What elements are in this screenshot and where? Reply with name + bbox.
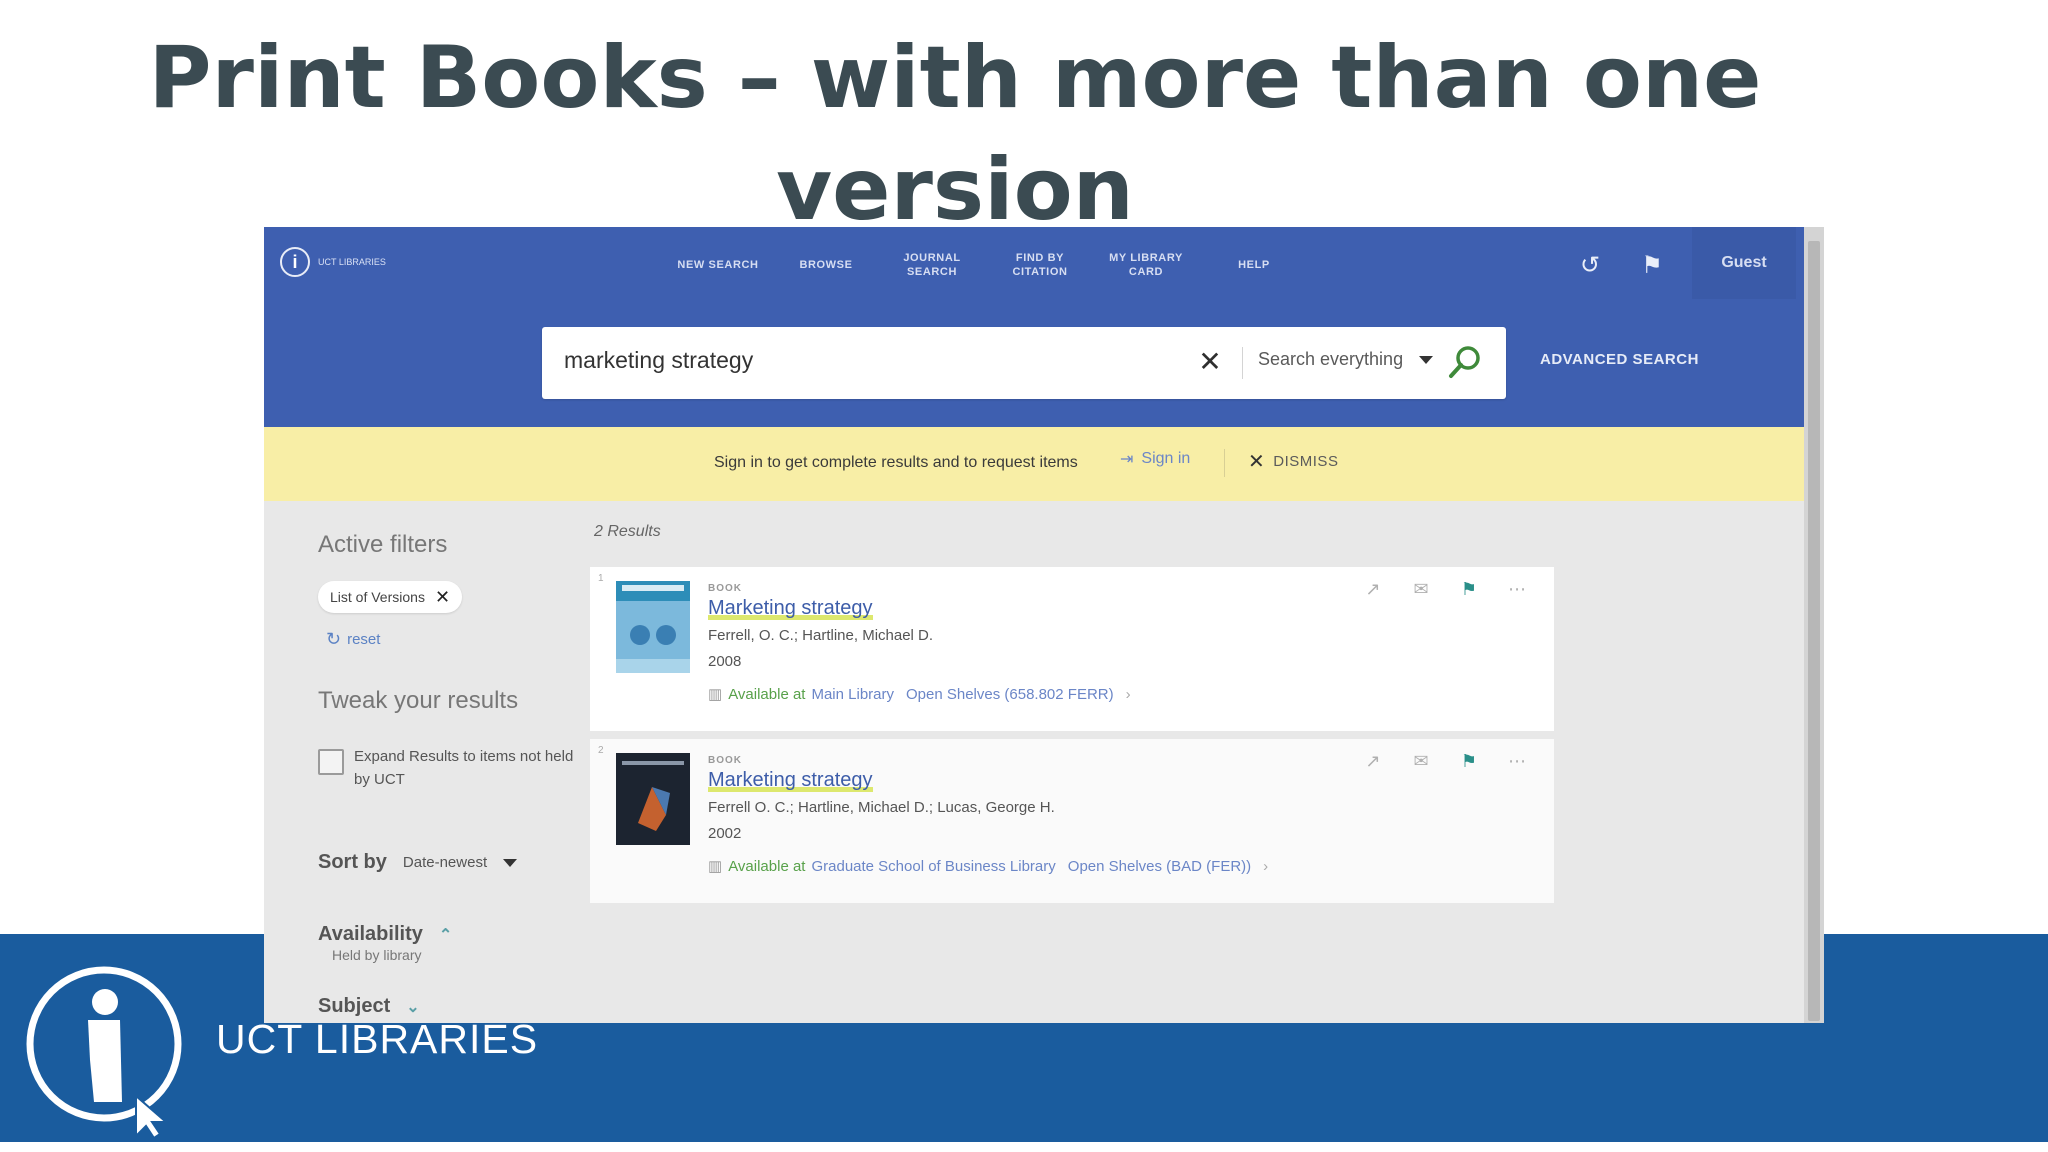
pin-icon[interactable]: ⚑ — [1634, 247, 1670, 283]
result-authors: Ferrell O. C.; Hartline, Michael D.; Luc… — [708, 799, 1055, 816]
email-icon[interactable]: ✉ — [1408, 577, 1434, 603]
signin-link[interactable]: ⇥ Sign in — [1120, 449, 1190, 469]
filters-sidebar: Active filters List of Versions ✕ ↻ rese… — [264, 501, 574, 1023]
primo-header: i UCT LIBRARIES NEW SEARCH BROWSE JOURNA… — [264, 227, 1804, 427]
email-icon[interactable]: ✉ — [1408, 749, 1434, 775]
more-icon[interactable]: ⋯ — [1504, 577, 1530, 603]
book-icon: ▥ — [708, 686, 723, 703]
availability-line[interactable]: ▥ Available at Graduate School of Busine… — [708, 857, 1269, 876]
link-icon[interactable]: ↗ — [1360, 749, 1386, 775]
result-card[interactable]: 1 BOOK Marketing strategy Ferrell, O. C.… — [590, 567, 1554, 731]
primo-screenshot: i UCT LIBRARIES NEW SEARCH BROWSE JOURNA… — [264, 227, 1824, 1023]
advanced-search-link[interactable]: ADVANCED SEARCH — [1540, 351, 1699, 368]
result-actions: ↗ ✉ ⚑ ⋯ — [1360, 577, 1530, 603]
uct-libraries-logo — [26, 966, 182, 1138]
chevron-up-icon: ⌃ — [438, 926, 453, 944]
nav-browse[interactable]: BROWSE — [778, 247, 874, 283]
nav-new-search[interactable]: NEW SEARCH — [670, 247, 766, 283]
nav-my-library-card[interactable]: MY LIBRARY CARD — [1098, 247, 1194, 283]
search-input[interactable]: marketing strategy — [564, 347, 753, 374]
scrollbar-thumb[interactable] — [1808, 241, 1820, 1021]
result-actions: ↗ ✉ ⚑ ⋯ — [1360, 749, 1530, 775]
scrollbar[interactable] — [1804, 227, 1824, 1023]
signin-icon: ⇥ — [1120, 451, 1134, 468]
nav-help[interactable]: HELP — [1206, 247, 1302, 283]
filter-chip-label: List of Versions — [330, 589, 425, 605]
pin-icon[interactable]: ⚑ — [1456, 749, 1482, 775]
chevron-down-icon: ⌄ — [406, 998, 420, 1016]
reset-label: reset — [347, 631, 381, 648]
guest-user-button[interactable]: Guest — [1692, 227, 1796, 299]
facet-option-held-by-library[interactable]: Held by library — [332, 947, 421, 963]
sort-label: Sort by — [318, 851, 387, 873]
sort-dropdown[interactable]: Date-newest — [403, 854, 487, 871]
search-icon[interactable] — [1442, 341, 1486, 385]
signin-label: Sign in — [1141, 450, 1191, 467]
result-title-link[interactable]: Marketing strategy — [708, 769, 873, 792]
search-divider — [1242, 347, 1243, 379]
footer-brand: UCT LIBRARIES — [216, 1016, 539, 1062]
availability-label: Availability — [318, 923, 423, 945]
primo-brand-text: UCT LIBRARIES — [318, 257, 386, 267]
sort-control: Sort by Date-newest — [318, 851, 518, 874]
book-cover-thumbnail[interactable] — [616, 581, 690, 673]
result-authors: Ferrell, O. C.; Hartline, Michael D. — [708, 627, 934, 644]
result-year: 2008 — [708, 653, 742, 670]
subject-facet[interactable]: Subject ⌄ — [318, 995, 420, 1018]
availability-location: Graduate School of Business Library — [811, 857, 1056, 875]
active-filter-chip[interactable]: List of Versions ✕ — [318, 581, 463, 613]
availability-status: Available at — [728, 857, 806, 875]
slide-title: Print Books – with more than one version — [148, 28, 1762, 240]
notice-text: Sign in to get complete results and to r… — [714, 454, 1078, 471]
result-card[interactable]: 2 BOOK Marketing strategy Ferrell O. C.;… — [590, 739, 1554, 903]
search-scope-value: Search everything — [1258, 349, 1404, 369]
info-logo-icon: i — [280, 247, 310, 277]
chevron-down-icon[interactable] — [503, 858, 518, 867]
subject-label: Subject — [318, 995, 391, 1017]
active-filters-heading: Active filters — [318, 531, 448, 558]
expand-results-checkbox[interactable] — [318, 749, 344, 775]
reset-filters-link[interactable]: ↻ reset — [326, 629, 380, 650]
signin-notice-bar: Sign in to get complete results and to r… — [264, 427, 1804, 501]
expand-results-label[interactable]: Expand Results to items not held by UCT — [354, 745, 580, 791]
search-scope-dropdown[interactable]: Search everything — [1258, 349, 1434, 370]
more-icon[interactable]: ⋯ — [1504, 749, 1530, 775]
book-icon: ▥ — [708, 858, 723, 875]
result-title-link[interactable]: Marketing strategy — [708, 597, 873, 620]
chevron-down-icon — [1419, 355, 1434, 364]
history-icon[interactable]: ↺ — [1572, 247, 1608, 283]
tweak-results-heading: Tweak your results — [318, 687, 519, 714]
result-index: 2 — [598, 745, 604, 756]
nav-find-by-citation[interactable]: FIND BY CITATION — [992, 247, 1088, 283]
reset-icon: ↻ — [326, 629, 342, 649]
primo-logo[interactable]: i UCT LIBRARIES — [280, 247, 386, 277]
availability-status: Available at — [728, 685, 806, 703]
availability-facet[interactable]: Availability ⌃ — [318, 923, 452, 946]
results-count: 2 Results — [594, 523, 661, 540]
search-bar: marketing strategy ✕ Search everything — [542, 327, 1506, 399]
close-icon: ✕ — [1248, 451, 1266, 473]
book-cover-thumbnail[interactable] — [616, 753, 690, 845]
dismiss-button[interactable]: ✕ DISMISS — [1248, 449, 1338, 474]
link-icon[interactable]: ↗ — [1360, 577, 1386, 603]
dismiss-label: DISMISS — [1273, 453, 1339, 470]
resource-type: BOOK — [708, 755, 742, 766]
result-year: 2002 — [708, 825, 742, 842]
result-index: 1 — [598, 573, 604, 584]
availability-line[interactable]: ▥ Available at Main Library Open Shelves… — [708, 685, 1131, 704]
availability-shelf: Open Shelves (BAD (FER)) — [1067, 857, 1252, 875]
notice-divider — [1224, 449, 1225, 477]
remove-filter-icon[interactable]: ✕ — [435, 588, 450, 606]
chevron-right-icon: › — [1263, 857, 1269, 875]
chevron-right-icon: › — [1125, 685, 1131, 703]
pin-icon[interactable]: ⚑ — [1456, 577, 1482, 603]
resource-type: BOOK — [708, 583, 742, 594]
clear-icon[interactable]: ✕ — [1190, 339, 1230, 385]
availability-shelf: Open Shelves (658.802 FERR) — [906, 685, 1114, 703]
availability-location: Main Library — [811, 685, 894, 703]
nav-journal-search[interactable]: JOURNAL SEARCH — [884, 247, 980, 283]
